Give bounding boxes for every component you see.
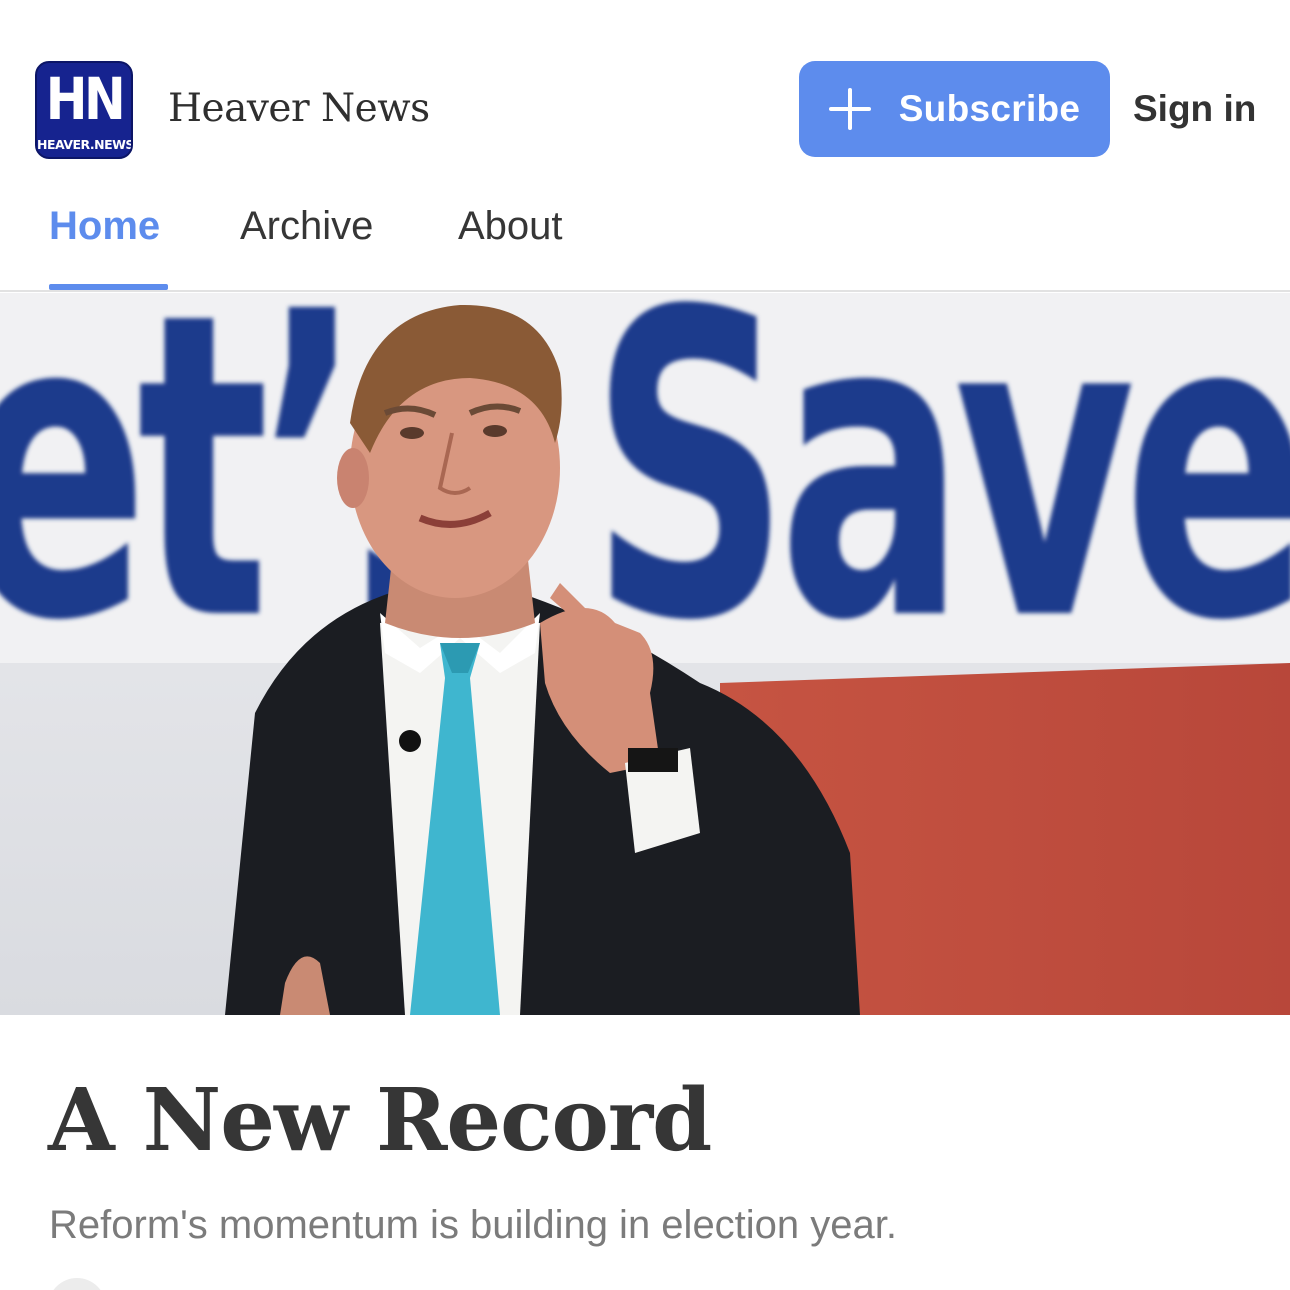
subscribe-button[interactable]: Subscribe bbox=[799, 61, 1110, 157]
main-nav: Home Archive About bbox=[0, 180, 1290, 292]
plus-icon bbox=[828, 88, 871, 130]
article-subtitle: Reform's momentum is building in electio… bbox=[49, 1203, 898, 1247]
hero-image[interactable]: et’s Save bbox=[0, 293, 1290, 1015]
active-tab-indicator bbox=[49, 284, 168, 290]
sign-in-link[interactable]: Sign in bbox=[1133, 84, 1256, 134]
publication-name[interactable]: Heaver News bbox=[168, 84, 430, 134]
author-avatar[interactable] bbox=[48, 1278, 106, 1290]
article-title[interactable]: A New Record bbox=[48, 1068, 712, 1174]
tab-archive[interactable]: Archive bbox=[240, 200, 373, 252]
hero-illustration: et’s Save bbox=[0, 293, 1290, 1015]
site-header: HN HEAVER.NEWS Heaver News Subscribe Sig… bbox=[0, 0, 1290, 180]
publication-logo[interactable]: HN HEAVER.NEWS bbox=[35, 61, 133, 159]
subscribe-label: Subscribe bbox=[898, 88, 1081, 129]
page: HN HEAVER.NEWS Heaver News Subscribe Sig… bbox=[0, 0, 1290, 1290]
tab-home[interactable]: Home bbox=[49, 200, 160, 252]
logo-domain: HEAVER.NEWS bbox=[37, 137, 133, 153]
logo-monogram: HN bbox=[45, 65, 126, 133]
tab-about[interactable]: About bbox=[458, 200, 563, 252]
